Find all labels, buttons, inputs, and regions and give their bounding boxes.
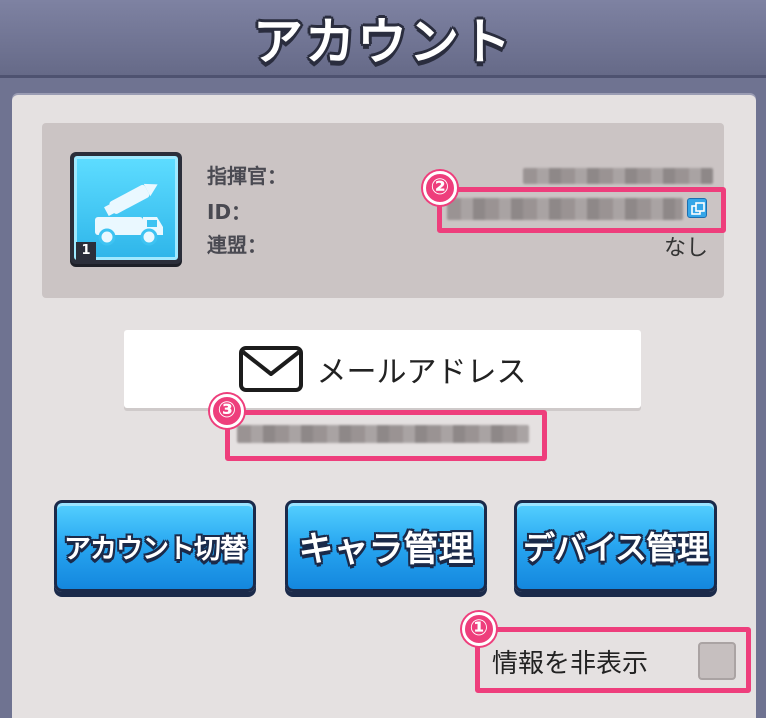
level-badge: 1	[76, 242, 96, 260]
id-label: ID：	[207, 200, 252, 224]
alliance-value: なし	[663, 236, 708, 261]
character-manage-button[interactable]: キャラ管理	[285, 500, 487, 592]
hide-info-highlight-box	[475, 627, 751, 693]
device-manage-label: デバイス管理	[522, 529, 709, 567]
annotation-badge-3: ③	[210, 394, 244, 428]
switch-account-label: アカウント切替	[64, 533, 247, 565]
commander-name-redacted	[523, 168, 713, 184]
header-bar: アカウント	[0, 0, 766, 78]
commander-label: 指揮官：	[207, 164, 287, 188]
switch-account-button[interactable]: アカウント切替	[54, 500, 256, 592]
character-manage-label: キャラ管理	[298, 529, 474, 570]
annotation-badge-2: ②	[423, 171, 457, 205]
envelope-icon	[238, 346, 303, 392]
device-manage-button[interactable]: デバイス管理	[514, 500, 717, 592]
page-title: アカウント	[253, 12, 513, 71]
email-section[interactable]: メールアドレス	[124, 330, 641, 408]
alliance-label: 連盟：	[207, 233, 267, 257]
email-highlight-box	[225, 410, 547, 461]
id-highlight-box	[437, 187, 726, 233]
annotation-badge-1: ①	[462, 612, 496, 646]
email-label: メールアドレス	[316, 355, 527, 390]
